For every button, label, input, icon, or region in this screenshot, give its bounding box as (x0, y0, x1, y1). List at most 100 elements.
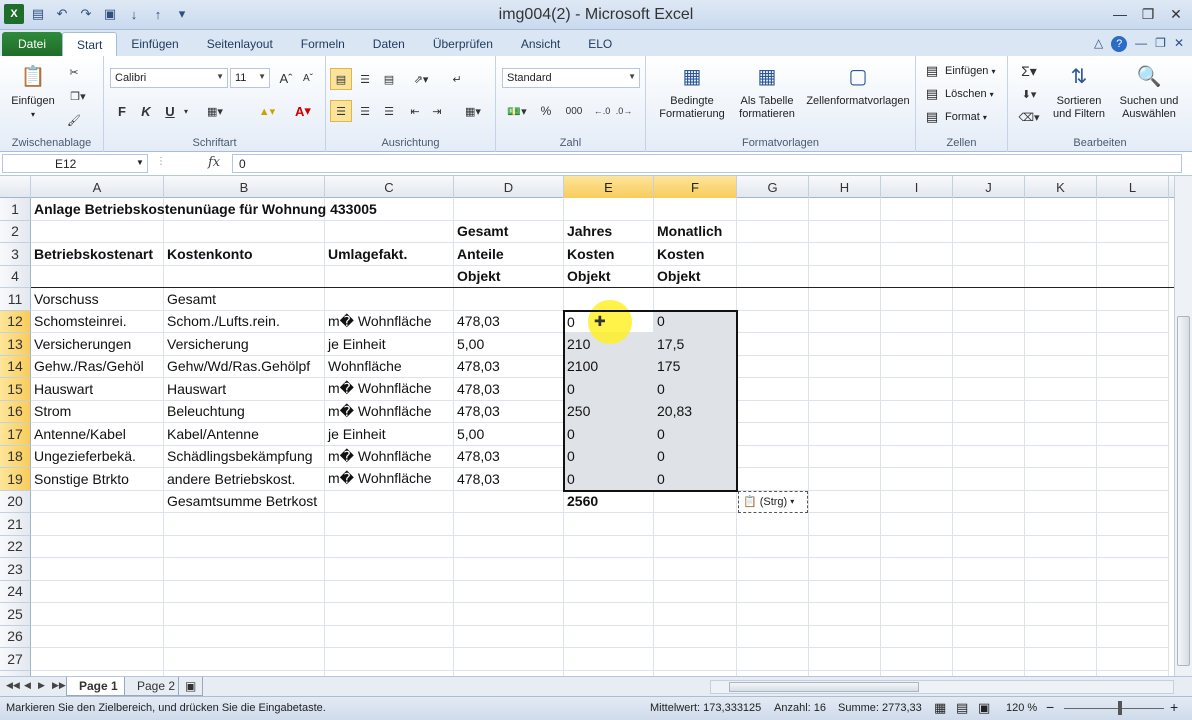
autosum-icon[interactable]: Σ▾ (1014, 60, 1044, 82)
cell-h25[interactable] (809, 603, 881, 626)
cell-l25[interactable] (1097, 603, 1169, 626)
cell-a12[interactable]: Schomsteinrei. (31, 310, 164, 333)
cell-j24[interactable] (953, 580, 1025, 603)
cell-d21[interactable] (454, 513, 564, 536)
fill-color-button[interactable]: ▲▾ (252, 100, 282, 122)
page-layout-view-icon[interactable]: ▤ (956, 700, 968, 716)
cell-b18[interactable]: Schädlingsbekämpfung (164, 445, 325, 468)
cell-b3[interactable]: Kostenkonto (164, 243, 325, 266)
cell-e15[interactable]: 0 (564, 378, 654, 401)
cell-b2[interactable] (164, 220, 325, 243)
orientation-icon[interactable]: ⇗▾ (406, 68, 436, 90)
row-header-11[interactable]: 11 (0, 288, 31, 311)
cell-h11[interactable] (809, 288, 881, 311)
cell-c27[interactable] (325, 648, 454, 671)
cell-l22[interactable] (1097, 535, 1169, 558)
cell-h26[interactable] (809, 625, 881, 648)
font-color-button[interactable]: A ▾ (286, 100, 320, 122)
cell-j12[interactable] (953, 310, 1025, 333)
cell-l19[interactable] (1097, 468, 1169, 491)
doc-restore-icon[interactable]: ❐ (1155, 36, 1166, 52)
cell-f20[interactable] (654, 490, 737, 513)
vertical-scroll-thumb[interactable] (1177, 316, 1190, 666)
bold-button[interactable]: F (112, 100, 132, 122)
decrease-decimal-icon[interactable]: .0→ (614, 100, 634, 122)
grow-font-button[interactable]: Aˆ (276, 68, 296, 88)
cell-a13[interactable]: Versicherungen (31, 333, 164, 356)
cell-i15[interactable] (881, 378, 953, 401)
increase-decimal-icon[interactable]: ←.0 (592, 100, 612, 122)
cell-c11[interactable] (325, 288, 454, 311)
cell-l12[interactable] (1097, 310, 1169, 333)
cell-i25[interactable] (881, 603, 953, 626)
first-sheet-icon[interactable]: ◀◀ (6, 680, 20, 691)
cell-h23[interactable] (809, 558, 881, 581)
column-header-a[interactable]: A (31, 176, 164, 198)
cell-k23[interactable] (1025, 558, 1097, 581)
cell-i20[interactable] (881, 490, 953, 513)
minimize-icon[interactable]: — (1108, 3, 1132, 25)
cell-a18[interactable]: Ungezieferbekä. (31, 445, 164, 468)
delete-cells-button[interactable]: ▤ Löschen ▾ (922, 83, 994, 105)
row-header-2[interactable]: 2 (0, 220, 31, 243)
cell-l24[interactable] (1097, 580, 1169, 603)
cell-g4[interactable] (737, 265, 809, 288)
cell-h16[interactable] (809, 400, 881, 423)
cell-k4[interactable] (1025, 265, 1097, 288)
cell-styles-button[interactable]: ▢ Zellenformatvorlagen (802, 62, 914, 108)
tab-seitenlayout[interactable]: Seitenlayout (193, 32, 287, 56)
zoom-level[interactable]: 120 % (1006, 702, 1037, 714)
cell-j25[interactable] (953, 603, 1025, 626)
format-as-table-button[interactable]: ▦ Als Tabelle formatieren (730, 62, 804, 121)
cell-l20[interactable] (1097, 490, 1169, 513)
cell-j14[interactable] (953, 355, 1025, 378)
cell-g25[interactable] (737, 603, 809, 626)
cell-i22[interactable] (881, 535, 953, 558)
italic-button[interactable]: K (136, 100, 156, 122)
font-name-select[interactable]: Calibri ▼ (110, 68, 228, 88)
cell-d20[interactable] (454, 490, 564, 513)
percent-style-button[interactable]: % (536, 100, 556, 122)
tab-formeln[interactable]: Formeln (287, 32, 359, 56)
cell-g16[interactable] (737, 400, 809, 423)
horizontal-scrollbar[interactable] (710, 680, 1174, 694)
cell-l2[interactable] (1097, 220, 1169, 243)
tab-start[interactable]: Start (62, 32, 118, 56)
cell-d3[interactable]: Anteile (454, 243, 564, 266)
decrease-indent-icon[interactable]: ⇤ (404, 100, 426, 122)
cell-k12[interactable] (1025, 310, 1097, 333)
cell-g14[interactable] (737, 355, 809, 378)
cell-g3[interactable] (737, 243, 809, 266)
cell-f25[interactable] (654, 603, 737, 626)
cell-k17[interactable] (1025, 423, 1097, 446)
cell-f15[interactable]: 0 (654, 378, 737, 401)
tab-elo[interactable]: ELO (574, 32, 626, 56)
cell-k14[interactable] (1025, 355, 1097, 378)
cell-i18[interactable] (881, 445, 953, 468)
column-header-c[interactable]: C (325, 176, 454, 198)
cell-g2[interactable] (737, 220, 809, 243)
borders-button[interactable]: ▦▾ (200, 100, 230, 122)
align-bottom-icon[interactable]: ▤ (378, 68, 400, 90)
cell-f23[interactable] (654, 558, 737, 581)
cell-i13[interactable] (881, 333, 953, 356)
zoom-slider-thumb[interactable] (1118, 701, 1122, 715)
cell-a27[interactable] (31, 648, 164, 671)
normal-view-icon[interactable]: ▦ (934, 700, 946, 716)
cell-g18[interactable] (737, 445, 809, 468)
cell-d14[interactable]: 478,03 (454, 355, 564, 378)
cell-h4[interactable] (809, 265, 881, 288)
cell-h22[interactable] (809, 535, 881, 558)
cell-d19[interactable]: 478,03 (454, 468, 564, 491)
cell-b24[interactable] (164, 580, 325, 603)
cell-a19[interactable]: Sonstige Btrkto (31, 468, 164, 491)
cell-c14[interactable]: Wohnfläche (325, 355, 454, 378)
prev-sheet-icon[interactable]: ◀ (24, 680, 31, 691)
doc-minimize-icon[interactable]: — (1135, 36, 1147, 52)
cell-j19[interactable] (953, 468, 1025, 491)
column-header-i[interactable]: I (881, 176, 953, 198)
tab-ansicht[interactable]: Ansicht (507, 32, 574, 56)
row-header-24[interactable]: 24 (0, 580, 31, 603)
cell-e1[interactable] (564, 198, 654, 221)
cell-h18[interactable] (809, 445, 881, 468)
